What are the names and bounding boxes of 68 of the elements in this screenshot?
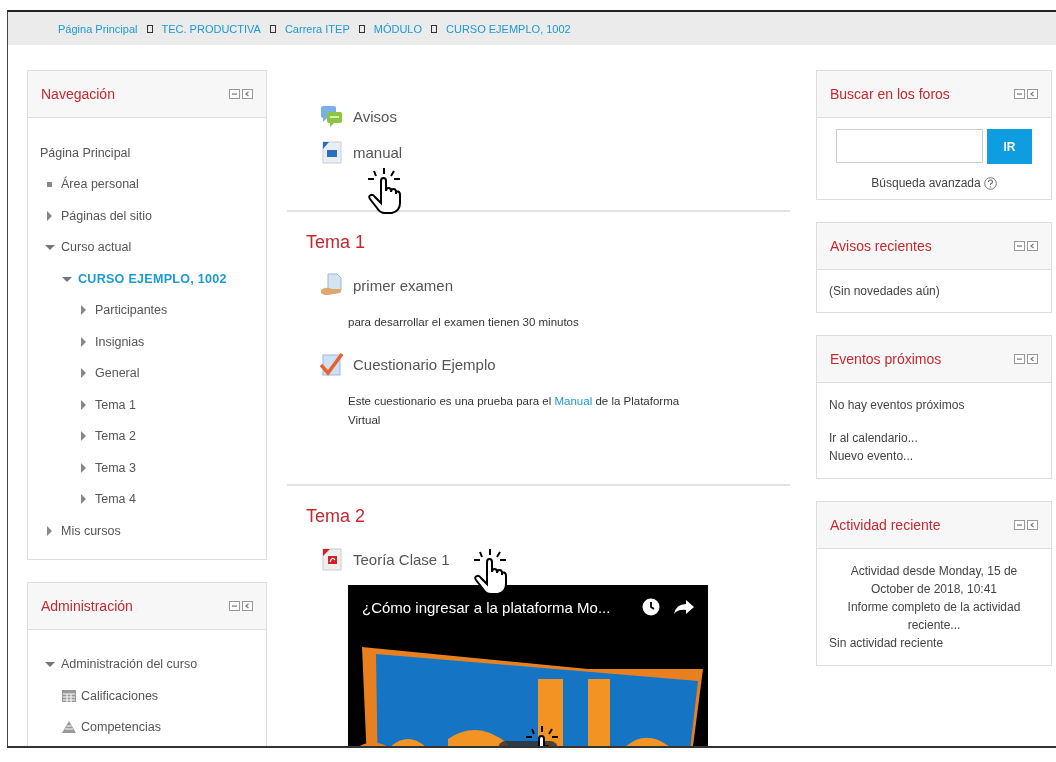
activity-link[interactable]: Teoría Clase 1: [353, 550, 450, 568]
activity-link[interactable]: manual: [353, 143, 403, 161]
minimize-icon[interactable]: [1014, 354, 1025, 364]
video-player[interactable]: ¿Cómo ingresar a la plataforma Mo...: [348, 585, 708, 746]
nav-link[interactable]: Tema 4: [95, 492, 136, 507]
bullet-icon: [45, 179, 55, 190]
dock-icon[interactable]: [1027, 520, 1038, 530]
forum-icon: [320, 104, 344, 128]
nav-link[interactable]: Área personal: [61, 177, 139, 192]
dock-icon[interactable]: [1027, 354, 1038, 364]
block-text: Sin actividad reciente: [829, 635, 945, 652]
activity-description: para desarrollar el examen tienen 30 minutos: [348, 315, 580, 330]
nav-link[interactable]: Curso actual: [61, 240, 132, 255]
minimize-icon[interactable]: [229, 600, 240, 611]
separator-icon: [358, 24, 365, 33]
minimize-icon[interactable]: [1014, 520, 1025, 530]
activity-link[interactable]: Cuestionario Ejemplo: [353, 355, 496, 373]
checkmark-icon: [320, 352, 344, 376]
hand-document-icon: [320, 273, 344, 297]
dock-icon[interactable]: [242, 89, 253, 99]
block-title: Administración: [41, 597, 133, 614]
nav-link[interactable]: Calificaciones: [81, 688, 159, 703]
pyramid-icon: [62, 721, 76, 734]
video-title: ¿Cómo ingresar a la plataforma Mo...: [362, 598, 612, 616]
search-field[interactable]: [836, 129, 983, 163]
minimize-icon[interactable]: [1014, 89, 1025, 99]
separator-icon: [431, 24, 437, 33]
block-title: Avisos recientes: [830, 238, 932, 254]
dock-icon[interactable]: [1027, 89, 1038, 99]
block-link[interactable]: Nuevo evento...: [829, 447, 1039, 465]
nav-link[interactable]: General: [95, 366, 140, 381]
separator-icon: [269, 24, 276, 33]
share-icon[interactable]: [674, 599, 694, 615]
pdf-icon: [320, 547, 344, 571]
block-title: Actividad reciente: [830, 517, 941, 533]
minimize-icon[interactable]: [229, 89, 240, 99]
clock-icon[interactable]: [642, 598, 660, 616]
section-title: Tema 1: [306, 232, 367, 253]
advanced-search-link[interactable]: Búsqueda avanzada: [871, 176, 981, 190]
nav-link[interactable]: Página Principal: [40, 145, 131, 160]
block-text: No hay eventos próximos: [829, 397, 966, 414]
block-text: Actividad desde Monday, 15 de October de 2018, 10:41: [849, 563, 1019, 598]
nav-link[interactable]: Tema 2: [95, 429, 136, 444]
activity-link[interactable]: primer examen: [353, 276, 454, 294]
nav-link[interactable]: Páginas del sitio: [61, 208, 153, 223]
block-link[interactable]: Ir al calendario...: [829, 429, 1039, 447]
dock-icon[interactable]: [242, 600, 253, 611]
activity-link[interactable]: Avisos: [353, 107, 397, 125]
document-icon: [320, 140, 344, 164]
minimize-icon[interactable]: [1014, 241, 1025, 251]
block-text: (Sin novedades aún): [829, 283, 941, 300]
section-title: Tema 2: [306, 506, 367, 527]
nav-link[interactable]: Insignias: [95, 334, 145, 349]
help-icon[interactable]: [983, 176, 997, 190]
dock-icon[interactable]: [1027, 241, 1038, 251]
block-title: Eventos próximos: [830, 351, 942, 367]
nav-link[interactable]: Tema 3: [95, 460, 136, 475]
table-icon: [62, 689, 76, 702]
nav-link[interactable]: Mis cursos: [61, 523, 121, 538]
nav-link[interactable]: Participantes: [95, 303, 168, 318]
nav-link[interactable]: Administración del curso: [61, 657, 198, 672]
block-title: Navegación: [41, 86, 115, 102]
nav-link[interactable]: Tema 1: [95, 397, 136, 412]
block-title: Buscar en los foros: [830, 86, 950, 102]
separator-icon: [146, 24, 153, 33]
block-link[interactable]: Informe completo de la actividad reciente...: [829, 598, 1039, 634]
nav-link[interactable]: Competencias: [81, 720, 161, 735]
activity-description: Este cuestionario es una prueba para el Manual de la Plataforma Virtual: [348, 394, 681, 428]
